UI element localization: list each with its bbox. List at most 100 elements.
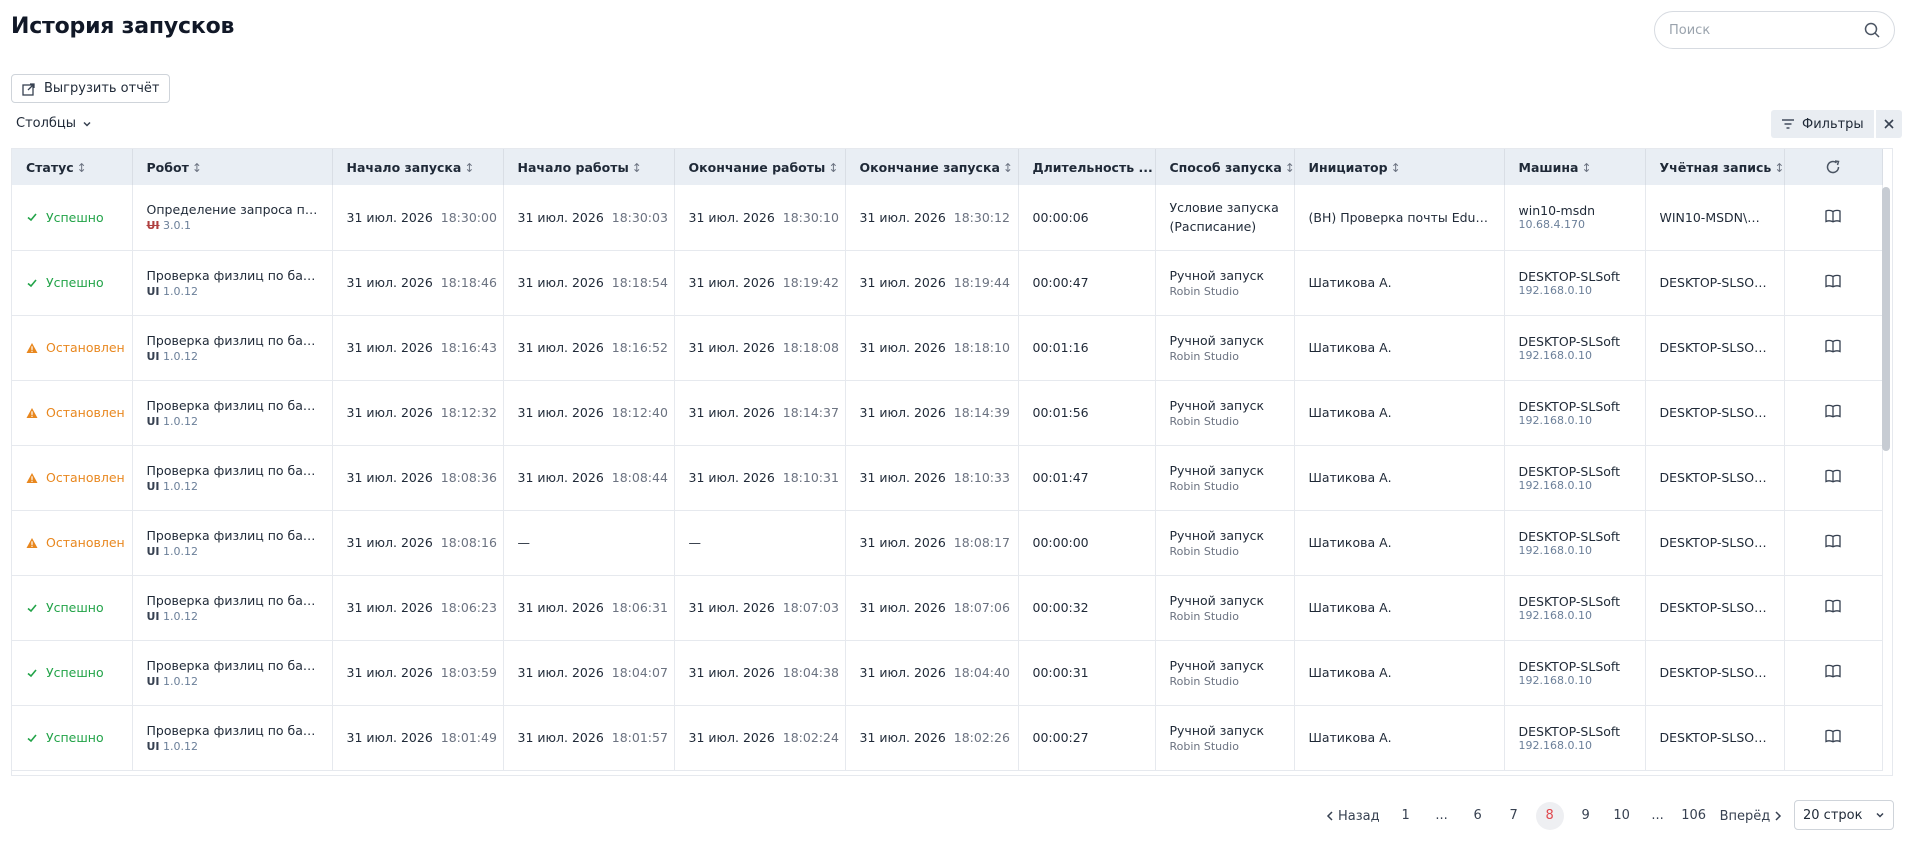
check-icon [26, 211, 38, 223]
method-cell: Условие запуска (Расписание) [1155, 185, 1295, 251]
work-start-cell: 31 июл. 2026 18:06:31 [503, 575, 675, 641]
col-header-machine[interactable]: Машина ↕ [1504, 149, 1646, 185]
search-box[interactable] [1654, 11, 1895, 49]
log-cell[interactable] [1784, 250, 1883, 316]
book-icon[interactable] [1825, 404, 1841, 418]
initiator-cell: Шатикова А. [1294, 315, 1505, 381]
work-start-cell: 31 июл. 2026 18:01:57 [503, 705, 675, 771]
robot-cell[interactable]: Проверка физлиц по базам UI 1.0.12 [132, 380, 333, 446]
robot-cell[interactable]: Определение запроса пол... UI 3.0.1 [132, 185, 333, 251]
table-row[interactable]: Остановлен Проверка физлиц по базам UI 1.0… [12, 315, 1883, 381]
page-106-button[interactable]: 106 [1676, 802, 1712, 830]
prev-page-button[interactable]: Назад [1318, 809, 1388, 824]
filters-control: Фильтры [1771, 110, 1902, 138]
robot-cell[interactable]: Проверка физлиц по базам UI 1.0.12 [132, 640, 333, 706]
robot-cell[interactable]: Проверка физлиц по базам UI 1.0.12 [132, 510, 333, 576]
book-icon[interactable] [1825, 664, 1841, 678]
table-row[interactable]: Остановлен Проверка физлиц по базам UI 1.0… [12, 445, 1883, 511]
robot-cell[interactable]: Проверка физлиц по базам UI 1.0.12 [132, 315, 333, 381]
rows-per-page-select[interactable]: 20 строк [1794, 800, 1894, 830]
export-report-button[interactable]: Выгрузить отчёт [11, 74, 171, 103]
log-cell[interactable] [1784, 510, 1883, 576]
book-icon[interactable] [1825, 469, 1841, 483]
status-cell: Успешно [12, 250, 133, 316]
book-icon[interactable] [1825, 339, 1841, 353]
log-cell[interactable] [1784, 705, 1883, 771]
method-cell: Ручной запуск Robin Studio [1155, 315, 1295, 381]
robot-name: Проверка физлиц по базам [146, 527, 318, 543]
columns-dropdown[interactable]: Столбцы [16, 116, 92, 131]
work-end-cell: — [674, 510, 846, 576]
work-end-cell: 31 июл. 2026 18:07:03 [674, 575, 846, 641]
col-header-robot[interactable]: Робот ↕ [132, 149, 333, 185]
page-1-button[interactable]: 1 [1388, 802, 1424, 830]
machine-cell: DESKTOP-SLSoft 192.168.0.10 [1504, 510, 1646, 576]
clear-filters-button[interactable] [1875, 110, 1902, 138]
search-icon[interactable] [1864, 22, 1880, 38]
book-icon[interactable] [1825, 599, 1841, 613]
col-header-launch-end[interactable]: Окончание запуска ↕ [845, 149, 1019, 185]
col-header-method[interactable]: Способ запуска ↕ [1155, 149, 1295, 185]
robot-cell[interactable]: Проверка физлиц по базам UI 1.0.12 [132, 575, 333, 641]
col-header-launch-start[interactable]: Начало запуска ↕ [332, 149, 504, 185]
col-header-work-start[interactable]: Начало работы ↕ [503, 149, 675, 185]
page-ellipsis: ... [1651, 808, 1664, 823]
launch-start-cell: 31 июл. 2026 18:16:43 [332, 315, 504, 381]
machine-cell: DESKTOP-SLSoft 192.168.0.10 [1504, 640, 1646, 706]
book-icon[interactable] [1825, 274, 1841, 288]
robot-cell[interactable]: Проверка физлиц по базам UI 1.0.12 [132, 445, 333, 511]
table-row[interactable]: Успешно Проверка физлиц по базам UI 1.0.12… [12, 705, 1883, 771]
duration-cell: 00:00:06 [1018, 185, 1156, 251]
page-6-button[interactable]: 6 [1460, 802, 1496, 830]
duration-cell: 00:00:00 [1018, 510, 1156, 576]
col-header-duration[interactable]: Длительность ...↕ [1018, 149, 1156, 185]
log-cell[interactable] [1784, 185, 1883, 251]
col-header-account[interactable]: Учётная запись ↕ [1645, 149, 1785, 185]
sort-icon: ↕ [464, 160, 475, 175]
launch-end-cell: 31 июл. 2026 18:30:12 [845, 185, 1019, 251]
work-end-cell: 31 июл. 2026 18:19:42 [674, 250, 846, 316]
log-cell[interactable] [1784, 640, 1883, 706]
table-header-row: Статус ↕ Робот ↕ Начало запуска ↕ Начало ра… [12, 149, 1883, 185]
launch-end-cell: 31 июл. 2026 18:14:39 [845, 380, 1019, 446]
book-icon[interactable] [1825, 534, 1841, 548]
col-header-work-end[interactable]: Окончание работы ↕ [674, 149, 846, 185]
table-scrollbar[interactable] [1882, 187, 1890, 451]
next-page-button[interactable]: Вперёд [1712, 809, 1791, 824]
book-icon[interactable] [1825, 729, 1841, 743]
table-row[interactable]: Остановлен Проверка физлиц по базам UI 1.0… [12, 380, 1883, 446]
log-cell[interactable] [1784, 575, 1883, 641]
table-row[interactable]: Успешно Проверка физлиц по базам UI 1.0.12… [12, 250, 1883, 316]
filters-button[interactable]: Фильтры [1771, 110, 1874, 138]
robot-tag: UI [146, 609, 160, 623]
launch-end-cell: 31 июл. 2026 18:10:33 [845, 445, 1019, 511]
filter-icon [1781, 118, 1795, 130]
table-row[interactable]: Успешно Проверка физлиц по базам UI 1.0.12… [12, 640, 1883, 706]
table-row[interactable]: Успешно Проверка физлиц по базам UI 1.0.12… [12, 575, 1883, 641]
page-9-button[interactable]: 9 [1568, 802, 1604, 830]
search-input[interactable] [1669, 22, 1849, 38]
page-8-button[interactable]: 8 [1532, 802, 1568, 830]
col-header-status[interactable]: Статус ↕ [12, 149, 133, 185]
robot-tag: UI [146, 219, 160, 233]
robot-cell[interactable]: Проверка физлиц по базам UI 1.0.12 [132, 250, 333, 316]
page-10-button[interactable]: 10 [1604, 802, 1640, 830]
refresh-button[interactable] [1784, 149, 1883, 185]
launch-start-cell: 31 июл. 2026 18:01:49 [332, 705, 504, 771]
status-cell: Успешно [12, 575, 133, 641]
log-cell[interactable] [1784, 445, 1883, 511]
launch-start-cell: 31 июл. 2026 18:08:36 [332, 445, 504, 511]
page-7-button[interactable]: 7 [1496, 802, 1532, 830]
log-cell[interactable] [1784, 315, 1883, 381]
status-badge: Успешно [26, 600, 118, 615]
method-cell: Ручной запуск Robin Studio [1155, 250, 1295, 316]
launch-start-cell: 31 июл. 2026 18:06:23 [332, 575, 504, 641]
robot-cell[interactable]: Проверка физлиц по базам UI 1.0.12 [132, 705, 333, 771]
work-start-cell: 31 июл. 2026 18:08:44 [503, 445, 675, 511]
pagination: Назад 1... 6 7 8 9 10... 106 Вперёд [1318, 802, 1790, 830]
col-header-initiator[interactable]: Инициатор ↕ [1294, 149, 1505, 185]
log-cell[interactable] [1784, 380, 1883, 446]
table-row[interactable]: Остановлен Проверка физлиц по базам UI 1.0… [12, 510, 1883, 576]
book-icon[interactable] [1825, 209, 1841, 223]
table-row[interactable]: Успешно Определение запроса пол... UI 3.0.… [12, 185, 1883, 251]
